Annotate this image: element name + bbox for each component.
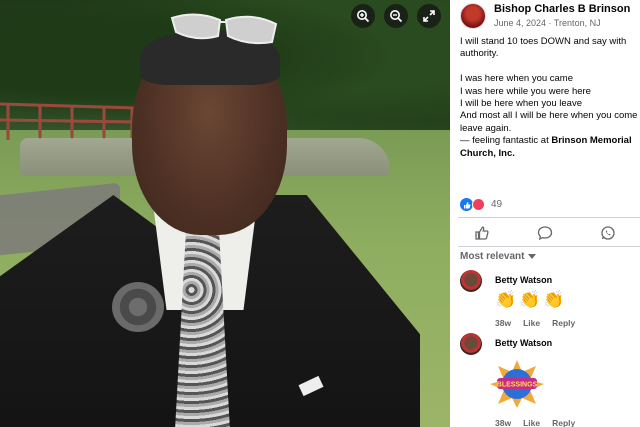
commenter-avatar[interactable]	[460, 333, 482, 355]
author-avatar[interactable]	[460, 3, 486, 29]
caret-down-icon	[528, 253, 537, 259]
comment-button[interactable]	[534, 223, 556, 243]
svg-text:BLESSINGS: BLESSINGS	[497, 382, 538, 389]
commenter-name[interactable]: Betty Watson	[495, 275, 552, 285]
post-photo[interactable]	[0, 0, 450, 427]
zoom-in-icon	[357, 10, 370, 23]
comment-time[interactable]: 38w	[495, 418, 511, 427]
post-text-intro: I will stand 10 toes DOWN and say with a…	[460, 36, 627, 60]
comment-icon	[537, 226, 553, 241]
comment-sort-dropdown[interactable]: Most relevant	[460, 251, 537, 262]
zoom-out-button[interactable]	[384, 4, 408, 28]
post-meta: June 4, 2024 · Trenton, NJ	[494, 18, 601, 28]
commenter-name[interactable]: Betty Watson	[495, 338, 552, 348]
comment-meta: 38w Like Reply	[495, 418, 575, 427]
post-text: I will stand 10 toes DOWN and say with a…	[460, 36, 640, 160]
divider	[458, 246, 640, 247]
photo-flower-pin	[112, 282, 164, 332]
photo-fence	[0, 102, 135, 140]
reaction-summary[interactable]: 49	[460, 198, 502, 211]
post-author-name[interactable]: Bishop Charles B Brinson	[494, 3, 630, 15]
zoom-in-button[interactable]	[351, 4, 375, 28]
meta-separator: ·	[546, 18, 554, 28]
photo-sunglasses	[170, 13, 278, 45]
comment-like-button[interactable]: Like	[523, 418, 540, 427]
post-location[interactable]: Trenton, NJ	[554, 18, 601, 28]
comment-reply-button[interactable]: Reply	[552, 318, 575, 328]
comment-meta: 38w Like Reply	[495, 318, 575, 328]
fullscreen-icon	[423, 10, 435, 22]
comment-reply-button[interactable]: Reply	[552, 418, 575, 427]
post-date[interactable]: June 4, 2024	[494, 18, 546, 28]
zoom-out-icon	[390, 10, 403, 23]
divider	[458, 217, 640, 218]
like-button[interactable]	[471, 223, 493, 243]
fullscreen-button[interactable]	[417, 4, 441, 28]
reaction-count: 49	[491, 199, 503, 210]
blessings-sticker: BLESSINGS	[490, 360, 544, 408]
like-icon	[475, 226, 489, 240]
whatsapp-icon	[601, 226, 615, 240]
comment-like-button[interactable]: Like	[523, 318, 540, 328]
post-feeling-prefix: — feeling fantastic at	[460, 135, 552, 147]
comment-text: 👏👏👏	[495, 290, 568, 309]
post-actions	[450, 222, 640, 244]
whatsapp-share-button[interactable]	[597, 223, 619, 243]
post-text-poem: I was here when you came I was here whil…	[460, 73, 638, 134]
commenter-avatar[interactable]	[460, 270, 482, 292]
comment-sort-label: Most relevant	[460, 251, 525, 262]
post-panel: Bishop Charles B Brinson June 4, 2024 · …	[450, 0, 640, 427]
comment-time[interactable]: 38w	[495, 318, 511, 328]
love-reaction-icon	[472, 198, 485, 211]
